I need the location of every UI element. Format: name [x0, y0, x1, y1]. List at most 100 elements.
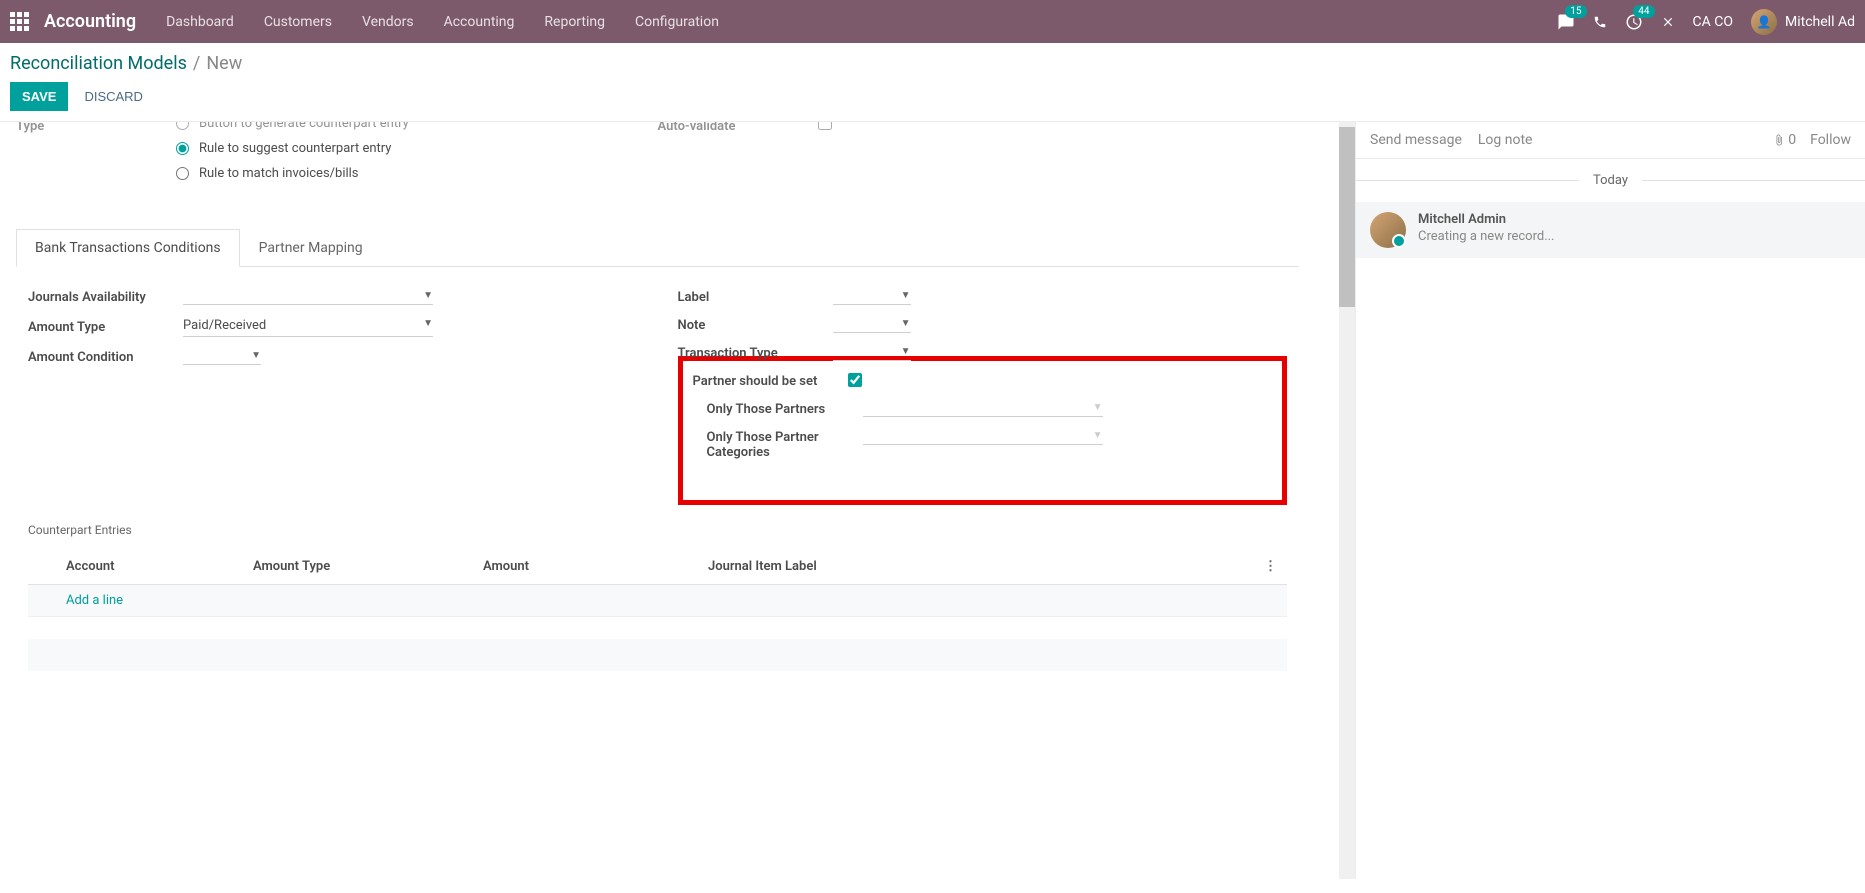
- table-header: Account Amount Type Amount Journal Item …: [28, 549, 1287, 585]
- message-avatar: [1370, 212, 1406, 248]
- journals-field: Journals Availability ▼: [28, 287, 638, 305]
- only-partner-categories-field: Only Those Partner Categories ▼: [693, 427, 1263, 460]
- message-text: Creating a new record...: [1418, 229, 1851, 244]
- form-tabs: Bank Transactions Conditions Partner Map…: [16, 229, 1299, 267]
- log-note-button[interactable]: Log note: [1478, 132, 1533, 148]
- journals-label: Journals Availability: [28, 287, 183, 305]
- label-label: Label: [678, 287, 833, 305]
- scrollbar[interactable]: [1339, 122, 1355, 879]
- only-partners-field: Only Those Partners ▼: [693, 399, 1263, 417]
- chevron-down-icon: ▼: [1093, 402, 1103, 413]
- form-area: Type Button to generate counterpart entr…: [0, 122, 1355, 879]
- nav-customers[interactable]: Customers: [264, 14, 332, 30]
- partner-set-label: Partner should be set: [693, 371, 848, 389]
- highlight-box: Partner should be set Only Those Partner…: [678, 356, 1288, 505]
- transaction-type-label: Transaction Type: [678, 343, 833, 361]
- type-radio-button-input[interactable]: [176, 122, 189, 130]
- transaction-type-dropdown[interactable]: ▼: [833, 343, 911, 361]
- type-radio-match-input[interactable]: [176, 167, 189, 180]
- table-row: Add a line: [28, 585, 1287, 617]
- tab-bank-conditions[interactable]: Bank Transactions Conditions: [16, 229, 240, 267]
- amount-condition-dropdown[interactable]: ▼: [183, 347, 261, 365]
- col-amount-type: Amount Type: [253, 559, 483, 574]
- note-label: Note: [678, 315, 833, 333]
- form-top-group: Type Button to generate counterpart entr…: [16, 122, 1299, 209]
- counterpart-table: Account Amount Type Amount Journal Item …: [28, 549, 1287, 617]
- label-dropdown[interactable]: ▼: [833, 287, 911, 305]
- nav-reporting[interactable]: Reporting: [544, 14, 605, 30]
- user-menu[interactable]: 👤 Mitchell Ad: [1751, 9, 1855, 35]
- apps-icon[interactable]: [10, 12, 29, 31]
- company-name[interactable]: CA CO: [1693, 14, 1733, 30]
- chat-header-right: 0 Follow: [1773, 132, 1851, 148]
- user-name: Mitchell Ad: [1785, 14, 1855, 30]
- conditions-row: Journals Availability ▼ Amount Type Paid…: [28, 287, 1287, 505]
- only-partner-categories-dropdown[interactable]: ▼: [863, 427, 1103, 445]
- auto-validate-checkbox[interactable]: [818, 122, 832, 130]
- type-col: Type Button to generate counterpart entr…: [16, 122, 658, 199]
- chevron-down-icon: ▼: [423, 318, 433, 333]
- chat-message: Mitchell Admin Creating a new record...: [1356, 202, 1865, 258]
- type-radio-match[interactable]: Rule to match invoices/bills: [176, 166, 658, 181]
- chat-header: Send message Log note 0 Follow: [1356, 122, 1865, 159]
- kebab-icon[interactable]: ⋮: [1257, 559, 1287, 574]
- autovalidate-col: Auto-validate: [658, 122, 1300, 199]
- send-message-button[interactable]: Send message: [1370, 132, 1462, 148]
- close-debug-icon[interactable]: [1661, 15, 1675, 29]
- tab-content: Journals Availability ▼ Amount Type Paid…: [16, 267, 1299, 691]
- col-journal-label: Journal Item Label: [708, 559, 1257, 574]
- message-body: Mitchell Admin Creating a new record...: [1418, 212, 1851, 248]
- chevron-down-icon: ▼: [901, 318, 911, 329]
- only-partner-categories-label: Only Those Partner Categories: [693, 427, 863, 460]
- nav-configuration[interactable]: Configuration: [635, 14, 719, 30]
- messages-icon[interactable]: 15: [1557, 13, 1575, 31]
- top-nav: Accounting Dashboard Customers Vendors A…: [0, 0, 1865, 43]
- nav-dashboard[interactable]: Dashboard: [166, 14, 234, 30]
- type-value: Button to generate counterpart entry Rul…: [176, 122, 658, 191]
- amount-condition-label: Amount Condition: [28, 347, 183, 365]
- nav-accounting[interactable]: Accounting: [444, 14, 515, 30]
- brand-title[interactable]: Accounting: [44, 11, 136, 32]
- type-radio-suggest-input[interactable]: [176, 142, 189, 155]
- breadcrumb-link[interactable]: Reconciliation Models: [10, 53, 187, 74]
- amount-condition-field: Amount Condition ▼: [28, 347, 638, 365]
- type-label: Type: [16, 122, 176, 134]
- col-account: Account: [28, 559, 253, 574]
- control-panel: Reconciliation Models / New SAVE DISCARD: [0, 43, 1865, 122]
- discard-button[interactable]: DISCARD: [72, 82, 155, 111]
- add-line-link[interactable]: Add a line: [28, 593, 123, 608]
- attachment-button[interactable]: 0: [1773, 132, 1796, 148]
- type-radio-button[interactable]: Button to generate counterpart entry: [176, 122, 658, 131]
- save-button[interactable]: SAVE: [10, 82, 68, 111]
- partner-set-checkbox[interactable]: [848, 373, 862, 387]
- amount-type-dropdown[interactable]: Paid/Received ▼: [183, 315, 433, 337]
- breadcrumb-current: New: [206, 53, 242, 74]
- breadcrumb: Reconciliation Models / New: [10, 53, 1855, 74]
- conditions-right: Label ▼ Note ▼ Transaction T: [678, 287, 1288, 505]
- scrollbar-thumb[interactable]: [1339, 127, 1355, 307]
- today-divider: Today: [1356, 173, 1865, 188]
- note-dropdown[interactable]: ▼: [833, 315, 911, 333]
- main-container: Type Button to generate counterpart entr…: [0, 122, 1865, 879]
- journals-dropdown[interactable]: ▼: [183, 287, 433, 305]
- only-partners-dropdown[interactable]: ▼: [863, 399, 1103, 417]
- phone-icon[interactable]: [1593, 15, 1607, 29]
- empty-footer-row: [28, 639, 1287, 671]
- activities-icon[interactable]: 44: [1625, 13, 1643, 31]
- avatar: 👤: [1751, 9, 1777, 35]
- amount-type-value: Paid/Received: [183, 318, 266, 333]
- tab-partner-mapping[interactable]: Partner Mapping: [240, 229, 382, 267]
- today-text: Today: [1579, 173, 1642, 188]
- nav-menu: Dashboard Customers Vendors Accounting R…: [166, 14, 719, 30]
- breadcrumb-separator: /: [193, 53, 200, 74]
- attachment-count: 0: [1788, 132, 1796, 148]
- nav-left: Accounting Dashboard Customers Vendors A…: [10, 11, 719, 32]
- type-radio-suggest[interactable]: Rule to suggest counterpart entry: [176, 141, 658, 156]
- nav-vendors[interactable]: Vendors: [362, 14, 414, 30]
- activities-badge: 44: [1633, 5, 1654, 18]
- follow-button[interactable]: Follow: [1810, 132, 1851, 148]
- form-sheet: Type Button to generate counterpart entr…: [16, 122, 1339, 691]
- chevron-down-icon: ▼: [901, 290, 911, 301]
- nav-right: 15 44 CA CO 👤 Mitchell Ad: [1557, 9, 1855, 35]
- chevron-down-icon: ▼: [901, 346, 911, 357]
